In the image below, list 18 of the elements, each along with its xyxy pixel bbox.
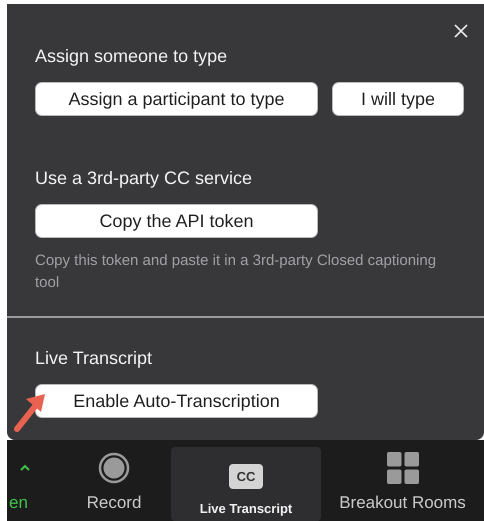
caret-icon (19, 464, 31, 472)
close-icon[interactable] (454, 24, 468, 38)
section-title: Use a 3rd-party CC service (35, 167, 254, 190)
record-icon (98, 452, 130, 484)
hint-text: Copy this token and paste it in a 3rd-party Closed captioning tool (35, 251, 438, 293)
toolbar-button[interactable]: en (7, 447, 57, 521)
action-button[interactable]: Assign a participant to type (35, 82, 318, 116)
toolbar-button[interactable]: CC Live Transcript (171, 447, 321, 521)
toolbar-button[interactable]: Record (57, 447, 171, 521)
grid-icon (386, 452, 418, 484)
pointer-arrow (12, 391, 48, 433)
toolbar-button[interactable]: Breakout Rooms (321, 447, 484, 521)
cc-icon: CC (228, 464, 264, 488)
section-title: Live Transcript (35, 347, 154, 370)
action-button[interactable]: Enable Auto-Transcription (35, 384, 318, 418)
action-button[interactable]: I will type (332, 82, 464, 116)
action-button[interactable]: Copy the API token (35, 204, 318, 238)
section-title: Assign someone to type (35, 45, 228, 68)
